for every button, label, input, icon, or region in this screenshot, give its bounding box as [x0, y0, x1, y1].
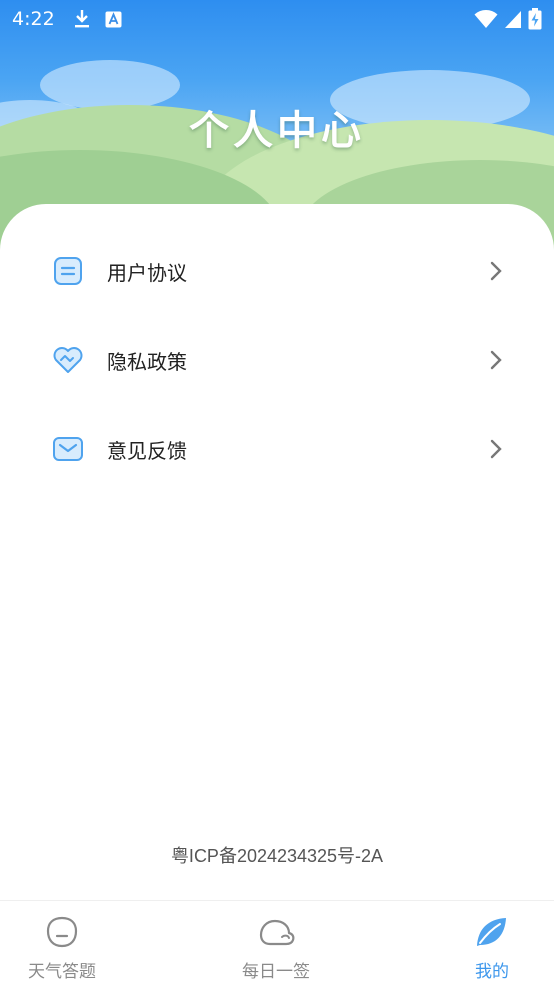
- heart-handshake-icon: [53, 347, 83, 373]
- signal-icon: [505, 11, 521, 28]
- page-title: 个人中心: [189, 108, 365, 154]
- tab-label: 我的: [475, 962, 509, 982]
- menu-item-user-agreement[interactable]: 用户协议: [0, 241, 554, 301]
- leaf-icon: [477, 918, 506, 946]
- cloud-icon: [259, 919, 295, 946]
- menu-item-label: 用户协议: [107, 260, 187, 285]
- tab-weather-quiz[interactable]: 天气答题: [0, 901, 154, 985]
- menu-card: 用户协议 隐私政策 意见反馈: [0, 204, 554, 901]
- icp-license-text: 粤ICP备2024234325号-2A: [170, 846, 384, 866]
- download-icon: [74, 10, 89, 28]
- menu-item-label: 隐私政策: [107, 349, 187, 374]
- wifi-icon: [474, 10, 498, 28]
- mail-icon: [53, 437, 83, 461]
- a-badge-icon: [105, 11, 122, 27]
- document-icon: [54, 257, 82, 285]
- chevron-right-icon: [490, 261, 502, 281]
- tab-label: 每日一签: [242, 962, 310, 982]
- menu-item-privacy-policy[interactable]: 隐私政策: [0, 330, 554, 390]
- bottom-tab-bar: 天气答题 每日一签 我的: [0, 900, 554, 985]
- tab-mine[interactable]: 我的: [400, 901, 554, 985]
- chevron-right-icon: [490, 439, 502, 459]
- chevron-right-icon: [490, 350, 502, 370]
- menu-item-label: 意见反馈: [107, 438, 187, 463]
- smiley-bubble-icon: [46, 916, 78, 948]
- status-bar: 4:22: [0, 0, 554, 38]
- tab-daily-fortune[interactable]: 每日一签: [184, 901, 368, 985]
- status-time: 4:22: [12, 8, 55, 30]
- menu-item-feedback[interactable]: 意见反馈: [0, 419, 554, 479]
- battery-charging-icon: [528, 8, 542, 30]
- tab-label: 天气答题: [28, 962, 96, 982]
